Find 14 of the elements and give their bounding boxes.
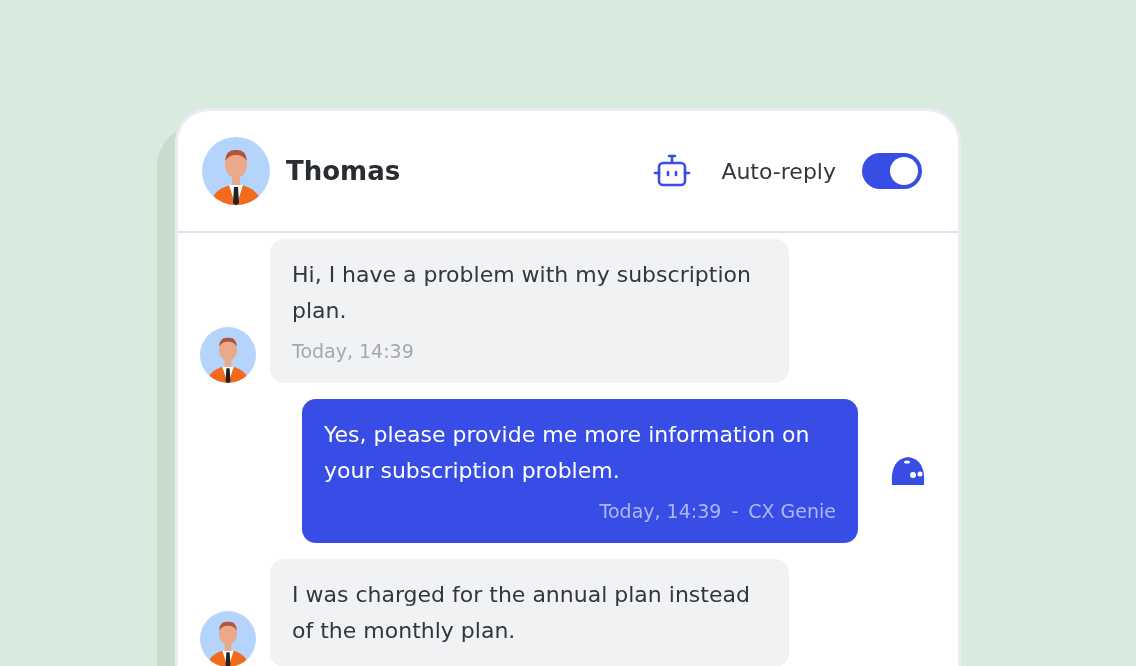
message-text: Hi, I have a problem with my subscription plan. (292, 261, 752, 325)
avatar-icon (200, 327, 256, 383)
message-text: I was charged for the annual plan instead of the monthly plan. (292, 581, 751, 645)
sender-name: CX Genie (748, 500, 836, 522)
auto-reply-toggle[interactable] (862, 153, 922, 189)
auto-reply-label: Auto-reply (721, 158, 836, 184)
message-meta: Today, 14:39 - CX Genie (598, 499, 836, 524)
meta-separator: - (731, 500, 739, 522)
contact-name: Thomas (286, 156, 402, 186)
robot-icon (653, 154, 692, 188)
message-meta: Today, 14:39 (292, 339, 415, 364)
message-text: Yes, please provide me more information on your subscription problem. (324, 421, 811, 485)
bot-mascot-icon (890, 455, 926, 487)
avatar-icon (202, 137, 270, 205)
